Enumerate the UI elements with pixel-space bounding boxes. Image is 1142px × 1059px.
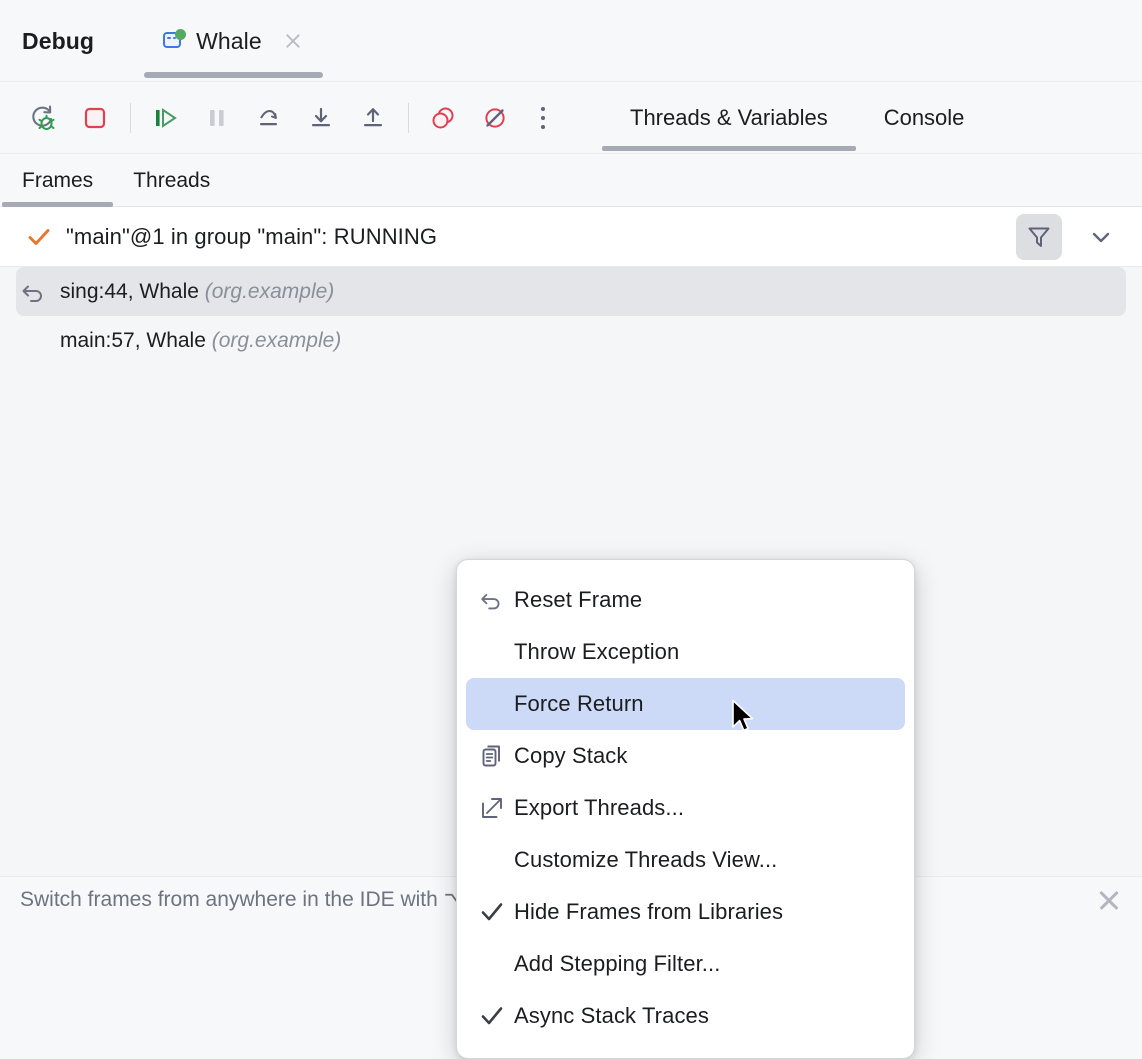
tab-frames[interactable]: Frames [2,154,113,207]
menu-item-reset-frame[interactable]: Reset Frame [466,574,905,626]
frame-row-main[interactable]: main:57, Whale (org.example) [0,316,1142,365]
debug-view-tabs: Threads & Variables Console [602,82,992,154]
thread-description: "main"@1 in group "main": RUNNING [66,224,437,250]
menu-item-label: Copy Stack [514,743,628,769]
tab-label: Console [884,105,965,131]
toolbar-separator [408,103,409,133]
reset-frame-icon [470,586,514,614]
thread-selector-row[interactable]: "main"@1 in group "main": RUNNING [0,207,1142,267]
frames-list: sing:44, Whale (org.example) main:57, Wh… [0,267,1142,888]
menu-item-label: Customize Threads View... [514,847,777,873]
subtab-label: Threads [133,169,210,193]
menu-item-force-return[interactable]: Force Return [466,678,905,730]
frames-context-menu: Reset Frame Throw Exception Force Return… [456,559,915,1059]
debug-action-buttons [0,82,560,154]
menu-item-label: Hide Frames from Libraries [514,899,783,925]
running-green-dot [175,29,186,40]
run-configuration-tab[interactable]: Whale [141,0,326,82]
menu-item-hide-frames-from-libraries[interactable]: Hide Frames from Libraries [466,886,905,938]
menu-item-throw-exception[interactable]: Throw Exception [466,626,905,678]
tab-console[interactable]: Console [856,82,993,154]
filter-funnel-icon[interactable] [1016,214,1062,260]
frame-row-sing[interactable]: sing:44, Whale (org.example) [16,267,1126,316]
menu-item-async-stack-traces[interactable]: Async Stack Traces [466,990,905,1042]
frames-threads-subtabs: Frames Threads [0,154,1142,207]
step-out-button[interactable] [352,97,394,139]
menu-item-add-stepping-filter[interactable]: Add Stepping Filter... [466,938,905,990]
run-tab-label: Whale [196,28,262,55]
export-threads-icon [470,794,514,822]
pause-program-button[interactable] [196,97,238,139]
checkmark-icon [470,899,514,925]
step-into-button[interactable] [300,97,342,139]
debug-tool-window-header: Debug Whale [0,0,1142,82]
view-breakpoints-button[interactable] [422,97,464,139]
copy-stack-icon [470,742,514,770]
subtab-label: Frames [22,169,93,193]
more-options-button[interactable] [526,97,560,139]
menu-item-label: Throw Exception [514,639,679,665]
menu-item-copy-stack[interactable]: Copy Stack [466,730,905,782]
mute-breakpoints-button[interactable] [474,97,516,139]
resume-program-button[interactable] [144,97,186,139]
chevron-down-icon[interactable] [1078,214,1124,260]
frame-label: sing:44, Whale (org.example) [60,280,334,304]
debug-toolbar: Threads & Variables Console [0,82,1142,154]
tab-threads[interactable]: Threads [113,154,230,207]
frame-label: main:57, Whale (org.example) [60,329,341,353]
check-icon [24,222,54,252]
thread-row-actions [1016,214,1142,260]
menu-item-label: Force Return [514,691,644,717]
toolbar-separator [130,103,131,133]
close-icon[interactable] [282,30,304,52]
run-configuration-icon [163,30,185,52]
reset-frame-icon [18,276,50,308]
menu-item-label: Add Stepping Filter... [514,951,720,977]
rerun-debug-button[interactable] [22,97,64,139]
page-title: Debug [22,28,94,55]
active-tab-underline [144,72,323,78]
stop-button[interactable] [74,97,116,139]
tab-label: Threads & Variables [630,105,828,131]
tab-threads-and-variables[interactable]: Threads & Variables [602,82,856,154]
menu-item-customize-threads-view[interactable]: Customize Threads View... [466,834,905,886]
menu-item-label: Async Stack Traces [514,1003,709,1029]
close-icon[interactable] [1094,885,1124,915]
menu-item-label: Export Threads... [514,795,684,821]
checkmark-icon [470,1003,514,1029]
step-over-button[interactable] [248,97,290,139]
menu-item-export-threads[interactable]: Export Threads... [466,782,905,834]
menu-item-label: Reset Frame [514,587,642,613]
